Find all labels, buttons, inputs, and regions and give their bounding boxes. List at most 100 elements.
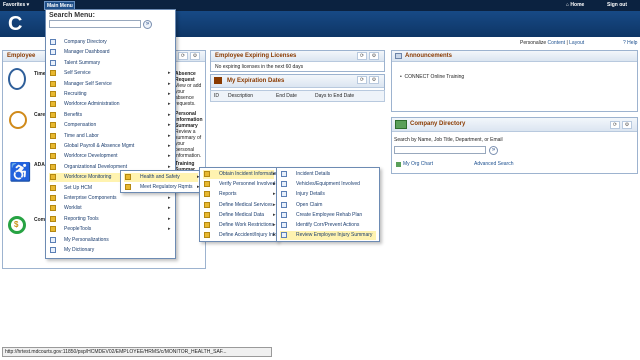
flyout-item-define-medical-services[interactable]: Define Medical Services ▸ bbox=[203, 201, 276, 210]
announcements-pagelet: Announcements • CONNECT Online Training bbox=[391, 50, 638, 112]
favorites-menu[interactable]: Favorites ▾ bbox=[3, 1, 29, 10]
folder-icon bbox=[50, 215, 56, 222]
flyout-item-incident-details[interactable]: Incident Details bbox=[280, 170, 376, 179]
org-chart-icon bbox=[395, 120, 407, 129]
column-header: Days to End Date bbox=[315, 93, 355, 99]
advanced-search-link[interactable]: Advanced Search bbox=[474, 161, 513, 167]
flyout-item-define-medical-data[interactable]: Define Medical Data ▸ bbox=[203, 211, 276, 220]
menu-item-label: Create Employee Rehab Plan bbox=[296, 211, 363, 218]
menu-item-label: Recruiting bbox=[64, 91, 87, 97]
folder-icon bbox=[204, 211, 210, 218]
menu-item-worklist[interactable]: Worklist ▸ bbox=[49, 204, 172, 213]
document-icon bbox=[50, 59, 56, 66]
menu-search-input[interactable] bbox=[49, 20, 141, 28]
menu-item-label: Workforce Development bbox=[64, 153, 118, 160]
menu-item-label: Manager Self Service bbox=[64, 80, 112, 87]
flyout-item-obtain-incident-information[interactable]: Obtain Incident Information ▸ bbox=[203, 170, 279, 179]
menu-item-enterprise-components[interactable]: Enterprise Components ▸ bbox=[49, 194, 172, 203]
menu-item-label: Workforce Monitoring bbox=[64, 174, 112, 181]
menu-item-label: PeopleTools bbox=[64, 226, 92, 233]
my-org-chart-link[interactable]: My Org Chart bbox=[403, 161, 433, 167]
absence-request-link[interactable]: Absence Request bbox=[175, 71, 205, 83]
pagelet-title: Company Directory bbox=[410, 121, 466, 127]
gear-icon[interactable]: ⚙ bbox=[369, 76, 379, 84]
flyout-item-open-claim[interactable]: Open Claim bbox=[280, 201, 376, 210]
refresh-icon[interactable]: ⟳ bbox=[610, 121, 620, 129]
menu-item-compensation[interactable]: Compensation ▸ bbox=[49, 121, 172, 130]
folder-icon bbox=[125, 184, 131, 190]
flyout-item-verify-personnel-involved[interactable]: Verify Personnel Involved ▸ bbox=[203, 180, 276, 189]
directory-search-label: Search by Name, Job Title, Department, o… bbox=[394, 137, 503, 143]
menu-item-time-and-labor[interactable]: Time and Labor ▸ bbox=[49, 132, 172, 141]
menu-item-manager-dashboard[interactable]: Manager Dashboard bbox=[49, 48, 172, 57]
flyout-item-define-accident-injury-info[interactable]: Define Accident/Injury Info ▸ bbox=[203, 231, 277, 240]
flyout-item-review-employee-injury-summary[interactable]: Review Employee Injury Summary bbox=[280, 231, 376, 241]
menu-item-my-dictionary[interactable]: My Dictionary bbox=[49, 246, 172, 255]
announcement-item[interactable]: • CONNECT Online Training bbox=[400, 74, 464, 80]
help-link[interactable]: ? Help bbox=[623, 40, 637, 46]
chevron-right-icon: ▸ bbox=[168, 70, 171, 77]
folder-icon bbox=[204, 191, 210, 198]
menu-item-manager-self-service[interactable]: Manager Self Service ▸ bbox=[49, 80, 172, 89]
expiring-message: No expiring licenses in the next 60 days bbox=[215, 64, 304, 70]
chevron-right-icon: ▸ bbox=[168, 226, 171, 233]
dollar-icon: $ bbox=[14, 220, 19, 229]
flyout-item-identify-corr-prevent-actions[interactable]: Identify Corr/Prevent Actions bbox=[280, 221, 376, 230]
menu-search-button[interactable]: » bbox=[143, 20, 152, 29]
flyout-item-define-work-restrictions[interactable]: Define Work Restrictions ▸ bbox=[203, 221, 276, 230]
pagelet-title: Announcements bbox=[405, 53, 453, 59]
signout-link[interactable]: Sign out bbox=[607, 1, 627, 10]
menu-item-reporting-tools[interactable]: Reporting Tools ▸ bbox=[49, 215, 172, 224]
comp-history-link[interactable]: Com bbox=[34, 217, 45, 223]
menu-item-company-directory[interactable]: Company Directory bbox=[49, 38, 172, 47]
refresh-icon[interactable]: ⟳ bbox=[178, 52, 188, 60]
menu-item-label: My Personalizations bbox=[64, 236, 109, 243]
expiring-licenses-pagelet: Employee Expiring Licenses ⟳ ⚙ No expiri… bbox=[210, 50, 385, 72]
menu-item-workforce-administration[interactable]: Workforce Administration ▸ bbox=[49, 100, 172, 109]
menu-item-recruiting[interactable]: Recruiting ▸ bbox=[49, 90, 172, 99]
refresh-icon[interactable]: ⟳ bbox=[357, 52, 367, 60]
flyout-item-reports[interactable]: Reports ▸ bbox=[203, 190, 276, 199]
menu-item-label: Benefits bbox=[64, 111, 83, 118]
pagelet-header: Company Directory ⟳ ⚙ bbox=[392, 118, 637, 132]
menu-item-label: Worklist bbox=[64, 205, 82, 212]
personal-info-link[interactable]: Personal Information Summary bbox=[175, 111, 205, 129]
menu-item-benefits[interactable]: Benefits ▸ bbox=[49, 111, 172, 120]
menu-item-self-service[interactable]: Self Service ▸ bbox=[49, 69, 172, 78]
menu-item-peopletools[interactable]: PeopleTools ▸ bbox=[49, 225, 172, 234]
flyout-item-injury-details[interactable]: Injury Details bbox=[280, 190, 376, 199]
pagelet-tools: ⟳ ⚙ bbox=[178, 52, 202, 60]
menu-item-my-personalizations[interactable]: My Personalizations bbox=[49, 236, 172, 245]
folder-icon bbox=[50, 70, 56, 77]
pagelet-title: Employee Expiring Licenses bbox=[215, 53, 297, 59]
menu-item-label: Talent Summary bbox=[64, 59, 101, 66]
home-link[interactable]: ⌂ Home bbox=[566, 1, 584, 10]
menu-item-label: Self Service bbox=[64, 70, 91, 77]
accessibility-icon: ♿ bbox=[9, 162, 32, 182]
layout-link[interactable]: Layout bbox=[569, 40, 584, 46]
flyout-item-vehicles-equipment-involved[interactable]: Vehicles/Equipment Involved bbox=[280, 180, 376, 189]
career-link[interactable]: Care bbox=[34, 112, 45, 118]
menu-item-workforce-development[interactable]: Workforce Development ▸ bbox=[49, 152, 172, 161]
menu-item-label: Incident Details bbox=[296, 171, 331, 177]
document-icon bbox=[281, 211, 287, 218]
menu-item-global-payroll-absence-mgmt[interactable]: Global Payroll & Absence Mgmt ▸ bbox=[49, 142, 172, 151]
gear-icon[interactable]: ⚙ bbox=[622, 121, 632, 129]
menu-item-talent-summary[interactable]: Talent Summary bbox=[49, 59, 172, 68]
menu-item-label: Compensation bbox=[64, 122, 97, 129]
directory-search-button[interactable]: » bbox=[489, 146, 498, 155]
flyout-item-health-and-safety[interactable]: Health and Safety▸ bbox=[124, 173, 200, 182]
flyout-item-meet-regulatory-rqmts[interactable]: Meet Regulatory Rqmts▸ bbox=[124, 183, 200, 192]
document-icon bbox=[50, 247, 56, 253]
folder-icon bbox=[50, 174, 56, 181]
content-link[interactable]: Content bbox=[548, 40, 566, 46]
directory-search-input[interactable] bbox=[394, 146, 486, 154]
ada-link[interactable]: ADA bbox=[34, 162, 45, 168]
refresh-icon[interactable]: ⟳ bbox=[357, 76, 367, 84]
flyout-item-create-employee-rehab-plan[interactable]: Create Employee Rehab Plan bbox=[280, 211, 376, 220]
health-and-safety-flyout: Obtain Incident Information ▸ Verify Perso… bbox=[199, 167, 279, 242]
time-link[interactable]: Time bbox=[34, 71, 46, 77]
menu-item-label: Reports bbox=[219, 191, 237, 198]
gear-icon[interactable]: ⚙ bbox=[369, 52, 379, 60]
gear-icon[interactable]: ⚙ bbox=[190, 52, 200, 60]
